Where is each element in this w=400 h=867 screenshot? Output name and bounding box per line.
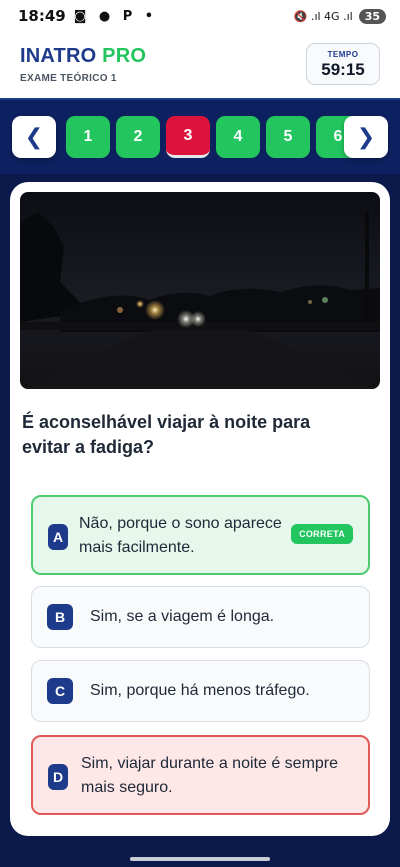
- exam-subtitle: EXAME TEÓRICO 1: [20, 73, 117, 84]
- notification-icons: ◙ ● P •: [73, 8, 158, 24]
- question-image: [20, 192, 380, 389]
- option-a-text: Não, porque o sono aparece mais facilmen…: [79, 515, 282, 556]
- question-button-5[interactable]: 5: [266, 116, 310, 158]
- option-c-text: Sim, porque há menos tráfego.: [90, 682, 310, 699]
- option-letter-b: B: [47, 604, 73, 630]
- timer-label: TEMPO: [327, 50, 359, 59]
- question-button-2[interactable]: 2: [116, 116, 160, 158]
- question-button-3-current[interactable]: 3: [166, 116, 210, 158]
- option-a-correct[interactable]: A Não, porque o sono aparece mais facilm…: [31, 495, 370, 575]
- question-card: É aconselhável viajar à noite para evita…: [10, 182, 390, 836]
- correct-badge: CORRETA: [291, 524, 353, 544]
- question-text: É aconselhável viajar à noite para evita…: [22, 412, 311, 457]
- option-letter-c: C: [47, 678, 73, 704]
- next-arrow-button[interactable]: ❯: [344, 116, 388, 158]
- option-c[interactable]: C Sim, porque há menos tráfego.: [31, 660, 370, 722]
- battery-icon: 35: [358, 8, 386, 24]
- option-d-wrong[interactable]: D Sim, viajar durante a noite é sempre m…: [31, 735, 370, 815]
- home-indicator[interactable]: [130, 857, 270, 861]
- option-letter-d: D: [48, 764, 68, 790]
- prev-arrow-button[interactable]: ❮: [12, 116, 56, 158]
- status-time: 18:49: [18, 7, 66, 25]
- signal-icons: 🔇 .ıl 4G .ıl: [293, 9, 353, 23]
- timer: TEMPO 59:15: [306, 43, 380, 85]
- question-nav: 1 2 3 4 5 6 ❮ ❯: [0, 100, 400, 174]
- timer-value: 59:15: [321, 60, 365, 79]
- question-button-4[interactable]: 4: [216, 116, 260, 158]
- question-button-1[interactable]: 1: [66, 116, 110, 158]
- brand: INATRO PRO EXAME TEÓRICO 1: [20, 45, 146, 84]
- brand-main: INATRO: [20, 45, 97, 67]
- status-bar: 18:49 ◙ ● P • 🔇 .ıl 4G .ıl 35: [0, 0, 400, 32]
- status-right: 🔇 .ıl 4G .ıl 35: [293, 8, 386, 24]
- chevron-left-icon: ❮: [24, 124, 44, 150]
- option-b[interactable]: B Sim, se a viagem é longa.: [31, 586, 370, 648]
- app-header: INATRO PRO EXAME TEÓRICO 1 TEMPO 59:15: [0, 32, 400, 100]
- option-d-text: Sim, viajar durante a noite é sempre mai…: [81, 755, 339, 796]
- option-b-text: Sim, se a viagem é longa.: [90, 608, 275, 625]
- chevron-right-icon: ❯: [356, 124, 376, 150]
- brand-title: INATRO PRO: [20, 45, 146, 68]
- night-road-photo: [20, 192, 380, 389]
- option-letter-a: A: [48, 524, 68, 550]
- brand-accent: PRO: [102, 45, 147, 67]
